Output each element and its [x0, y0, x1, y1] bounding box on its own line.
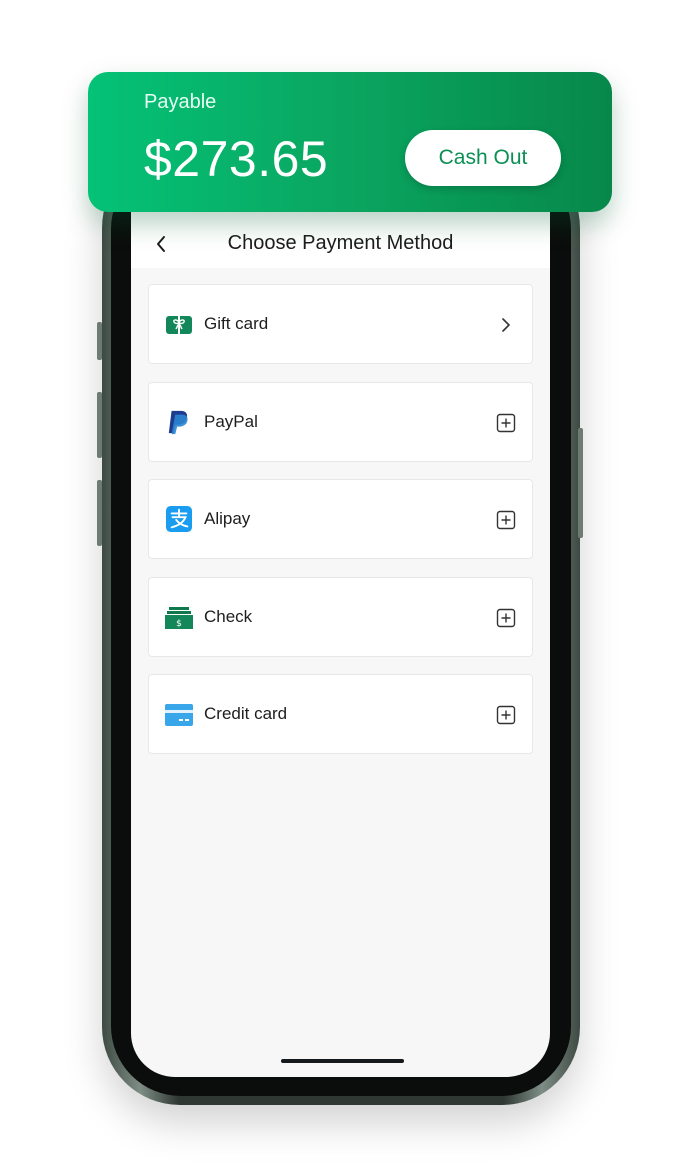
plus-square-icon[interactable]	[496, 705, 516, 725]
phone-power-button	[578, 428, 583, 538]
payable-banner: Payable $273.65 Cash Out	[88, 72, 612, 212]
credit-card-icon	[165, 704, 193, 726]
payment-method-label: PayPal	[204, 412, 258, 431]
plus-square-icon[interactable]	[496, 510, 516, 530]
payment-method-paypal[interactable]: PayPal	[148, 382, 533, 462]
payment-method-label: Check	[204, 607, 253, 626]
gift-card-icon	[166, 316, 192, 334]
payment-method-label: Alipay	[204, 509, 251, 528]
svg-text:$: $	[176, 619, 182, 629]
plus-square-icon[interactable]	[496, 608, 516, 628]
payable-amount: $273.65	[144, 131, 329, 187]
payment-method-check[interactable]: $ Check	[148, 577, 533, 657]
payment-method-label: Gift card	[204, 314, 269, 333]
phone-volume-down-button	[97, 480, 102, 546]
payment-method-label: Credit card	[204, 704, 288, 723]
cash-out-button[interactable]: Cash Out	[405, 130, 561, 186]
page-title: Choose Payment Method	[227, 232, 454, 254]
phone-volume-up-button	[97, 392, 102, 458]
phone-mute-switch	[97, 322, 102, 360]
check-icon: $	[165, 607, 193, 629]
alipay-icon	[166, 506, 192, 532]
payment-method-alipay[interactable]: Alipay	[148, 479, 533, 559]
payment-method-credit-card[interactable]: Credit card	[148, 674, 533, 754]
payable-label: Payable	[144, 91, 217, 113]
payment-method-gift-card[interactable]: Gift card	[148, 284, 533, 364]
plus-square-icon[interactable]	[496, 413, 516, 433]
phone-screen: Choose Payment Method Gift card PayPal A…	[131, 150, 550, 1077]
chevron-right-icon[interactable]	[496, 315, 516, 335]
paypal-icon	[168, 410, 188, 435]
home-indicator[interactable]	[281, 1059, 404, 1063]
